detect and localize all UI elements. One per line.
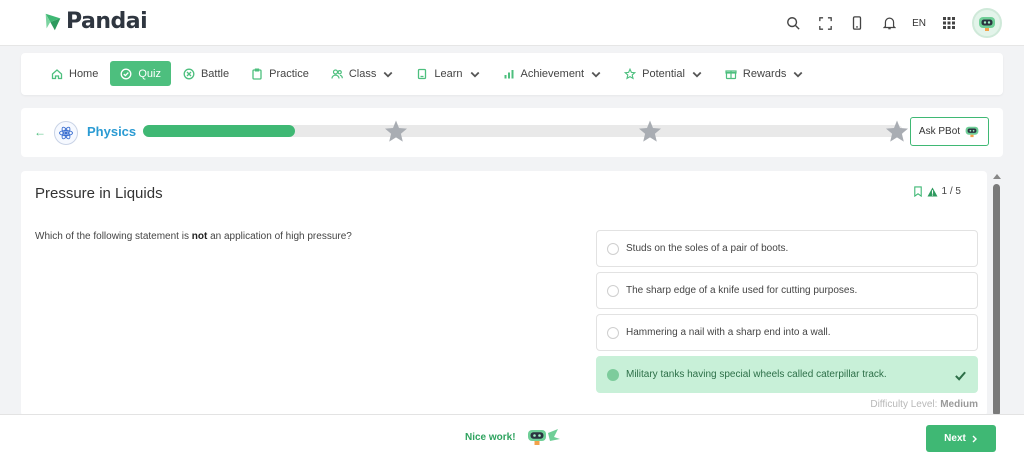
nav-home-label: Home: [69, 67, 99, 80]
question-title: Pressure in Liquids: [35, 185, 163, 202]
answer-option-text: Hammering a nail with a sharp end into a…: [626, 327, 831, 338]
check-circle-icon: [120, 68, 132, 79]
chevron-right-icon: [972, 435, 977, 442]
next-button[interactable]: Next: [926, 425, 996, 452]
answer-option-1[interactable]: Studs on the soles of a pair of boots.: [596, 230, 978, 267]
quiz-footer: Nice work! Next: [0, 414, 1024, 453]
milestone-star-icon: [385, 120, 408, 142]
pandai-logo-icon: [45, 13, 61, 30]
answer-option-3[interactable]: Hammering a nail with a sharp end into a…: [596, 314, 978, 351]
question-card: Pressure in Liquids 1 / 5 Which of the f…: [21, 171, 987, 416]
progress-fill: [143, 125, 295, 137]
chevron-down-icon: [692, 71, 702, 78]
answer-options: Studs on the soles of a pair of boots. T…: [596, 230, 978, 398]
nav-class-label: Class: [348, 67, 377, 80]
answer-option-2[interactable]: The sharp edge of a knife used for cutti…: [596, 272, 978, 309]
scroll-thumb[interactable]: [993, 184, 1000, 416]
answer-option-4[interactable]: Military tanks having special wheels cal…: [596, 356, 978, 393]
battle-icon: [183, 68, 195, 79]
ask-pbot-label: Ask PBot: [918, 126, 961, 137]
difficulty-level: Difficulty Level: Medium: [870, 399, 978, 410]
logo[interactable]: Pandai: [42, 9, 148, 34]
nav-rewards[interactable]: Rewards: [715, 61, 814, 86]
radio-button[interactable]: [607, 327, 619, 339]
difficulty-label: Difficulty Level:: [870, 399, 938, 410]
nav-practice-label: Practice: [269, 67, 309, 80]
nav-practice[interactable]: Practice: [241, 61, 319, 86]
next-button-label: Next: [944, 433, 966, 444]
chevron-down-icon: [793, 71, 803, 78]
nav-learn[interactable]: Learn: [406, 61, 490, 86]
language-switch[interactable]: EN: [912, 18, 926, 29]
scroll-up-arrow-icon[interactable]: [993, 174, 1001, 179]
scrollbar[interactable]: [992, 172, 1002, 416]
robot-avatar-icon: [979, 17, 995, 31]
robot-icon: [965, 126, 979, 138]
answer-option-text: The sharp edge of a knife used for cutti…: [626, 285, 858, 296]
chevron-down-icon: [383, 71, 393, 78]
bar-chart-icon: [504, 69, 514, 78]
book-icon: [418, 68, 427, 79]
progress-track: [143, 125, 903, 137]
avatar[interactable]: [972, 8, 1002, 38]
gift-icon: [725, 69, 737, 79]
apps-grid-icon[interactable]: [940, 14, 958, 32]
radio-button[interactable]: [607, 285, 619, 297]
subject-name: Physics: [87, 124, 137, 139]
question-text: Which of the following statement is not …: [35, 231, 352, 242]
nav-battle-label: Battle: [200, 67, 230, 80]
nav-rewards-label: Rewards: [742, 67, 787, 80]
nav-potential-label: Potential: [642, 67, 685, 80]
question-text-after: an application of high pressure?: [207, 231, 352, 242]
chevron-down-icon: [591, 71, 601, 78]
star-outline-icon: [624, 67, 637, 80]
difficulty-value: Medium: [940, 399, 978, 410]
nav-learn-label: Learn: [434, 67, 463, 80]
back-arrow-icon[interactable]: ←: [34, 125, 46, 139]
main-nav-card: Home Quiz Battle Practice Class Learn Ac…: [21, 53, 1003, 95]
question-counter: 1 / 5: [941, 186, 961, 197]
bookmark-icon[interactable]: [913, 186, 923, 197]
users-icon: [331, 68, 343, 79]
brand-name: Pandai: [66, 9, 148, 34]
answer-option-text: Studs on the soles of a pair of boots.: [626, 243, 789, 254]
milestone-star-icon: [638, 120, 661, 142]
robot-mascot-icon: [527, 429, 560, 445]
nav-quiz[interactable]: Quiz: [110, 61, 171, 86]
search-icon[interactable]: [784, 14, 802, 32]
top-bar: Pandai EN: [0, 0, 1024, 46]
bell-icon[interactable]: [880, 14, 898, 32]
nav-battle[interactable]: Battle: [173, 61, 239, 86]
ask-pbot-button[interactable]: Ask PBot: [910, 117, 989, 146]
chevron-down-icon: [470, 71, 479, 78]
answer-option-text: Military tanks having special wheels cal…: [626, 369, 887, 380]
quiz-progress-card: ← Physics Ask PBot: [21, 108, 1003, 157]
nav-potential[interactable]: Potential: [614, 61, 713, 86]
atom-icon: [54, 121, 78, 145]
question-text-before: Which of the following statement is: [35, 231, 192, 242]
feedback-text: Nice work!: [465, 431, 516, 443]
main-nav: Home Quiz Battle Practice Class Learn Ac…: [41, 61, 816, 86]
nav-class[interactable]: Class: [321, 61, 405, 86]
nav-achievement[interactable]: Achievement: [493, 61, 613, 86]
mobile-icon[interactable]: [848, 14, 866, 32]
question-meta: 1 / 5: [913, 186, 961, 197]
radio-button[interactable]: [607, 369, 619, 381]
clipboard-icon: [252, 68, 262, 80]
fullscreen-icon[interactable]: [816, 14, 834, 32]
milestone-star-icon: [886, 120, 908, 142]
radio-button[interactable]: [607, 243, 619, 255]
nav-quiz-label: Quiz: [138, 67, 161, 80]
home-icon: [51, 68, 63, 79]
checkmark-icon: [955, 371, 966, 381]
nav-achievement-label: Achievement: [520, 67, 585, 80]
report-warning-icon[interactable]: [927, 186, 938, 197]
feedback-message: Nice work!: [465, 427, 562, 447]
top-actions: EN: [784, 8, 1002, 38]
question-text-emphasis: not: [191, 231, 208, 242]
nav-home[interactable]: Home: [41, 61, 108, 86]
